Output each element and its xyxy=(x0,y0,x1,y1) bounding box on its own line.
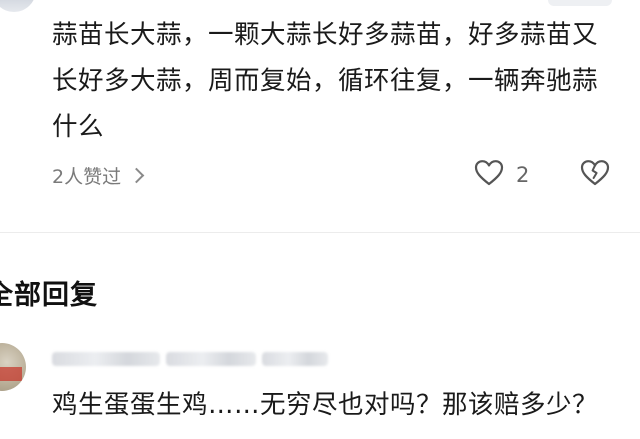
chevron-right-icon xyxy=(128,167,145,183)
reply-avatar[interactable] xyxy=(0,343,26,391)
blurred-name-part xyxy=(262,352,328,366)
blurred-name-part xyxy=(166,352,256,366)
like-count: 2 xyxy=(516,163,530,187)
comment-text: 蒜苗长大蒜，一颗大蒜长好多蒜苗，好多蒜苗又长好多大蒜，周而复始，循环往复，一辆奔… xyxy=(52,20,599,142)
section-divider xyxy=(0,232,640,233)
comment-detail-page: 蒜苗长大蒜，一颗大蒜长好多蒜苗，好多蒜苗又长好多大蒜，周而复始，循环往复，一辆奔… xyxy=(0,0,640,439)
broken-heart-icon xyxy=(580,159,610,191)
like-button[interactable]: 2 xyxy=(474,158,529,192)
heart-outline-icon xyxy=(474,159,504,191)
reply-username-blurred[interactable] xyxy=(52,348,328,370)
likers-summary: 2人赞过 xyxy=(52,165,122,188)
likers-link[interactable]: 2人赞过 xyxy=(52,158,145,192)
blurred-name-part xyxy=(52,352,160,366)
all-replies-title: 全部回复 xyxy=(0,280,98,311)
previous-avatar-fragment xyxy=(0,0,36,12)
reply-text: 鸡生蛋蛋生鸡……无穷尽也对吗？那该赔多少？ xyxy=(52,390,599,420)
previous-header-fragment xyxy=(548,0,612,6)
dislike-button[interactable] xyxy=(578,158,612,192)
avatar-stamp-mark xyxy=(0,367,22,381)
